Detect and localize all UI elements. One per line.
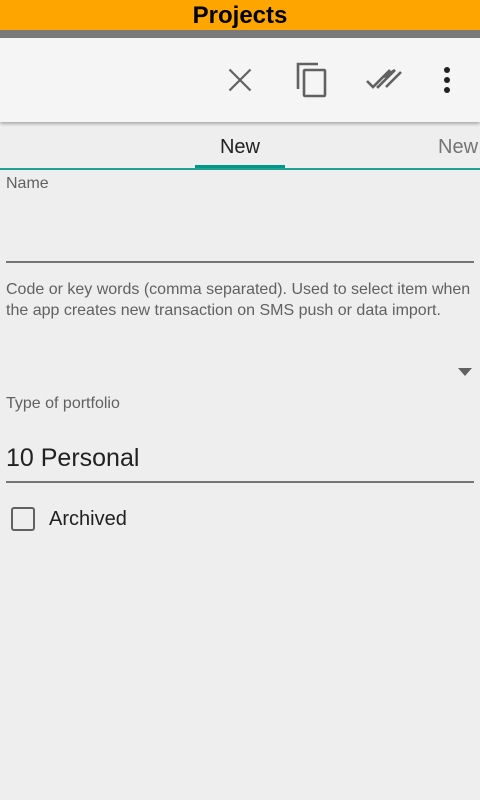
tab-bar: New New (0, 122, 480, 170)
app-title-bar: Projects (0, 0, 480, 30)
copy-button[interactable] (284, 52, 340, 108)
more-options-button[interactable] (419, 52, 475, 108)
name-input[interactable] (6, 200, 474, 260)
more-vert-icon (444, 67, 450, 93)
portfolio-type-label: Type of portfolio (6, 395, 120, 412)
toolbar (0, 38, 480, 122)
portfolio-underline (6, 481, 474, 483)
archived-row[interactable]: Archived (6, 500, 127, 538)
name-label: Name (6, 175, 49, 192)
keywords-hint: Code or key words (comma separated). Use… (6, 281, 471, 319)
archived-label: Archived (49, 507, 127, 530)
arrow-drop-down-icon (458, 368, 472, 376)
tab-new[interactable]: New (195, 122, 285, 168)
tab-new-second[interactable]: New (438, 122, 478, 168)
done-all-icon (366, 68, 402, 89)
save-button[interactable] (356, 52, 412, 108)
cancel-button[interactable] (212, 52, 268, 108)
keywords-dropdown-button[interactable] (450, 360, 480, 384)
app-title: Projects (192, 2, 288, 29)
name-underline (6, 261, 474, 263)
close-icon (228, 68, 252, 92)
portfolio-type-value: 10 Personal (6, 444, 140, 472)
title-divider (0, 30, 480, 38)
copy-icon (296, 62, 327, 98)
archived-checkbox[interactable] (11, 507, 35, 531)
keywords-input[interactable] (6, 345, 446, 385)
